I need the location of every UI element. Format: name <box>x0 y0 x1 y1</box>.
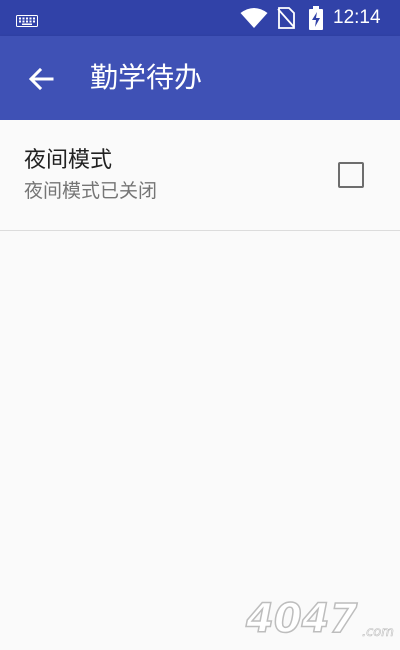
app-toolbar: 勤学待办 <box>0 36 400 120</box>
watermark-suffix: .com <box>362 625 394 640</box>
status-time: 12:14 <box>333 7 381 28</box>
status-bar: 12:14 <box>0 0 400 36</box>
wifi-icon <box>240 7 268 33</box>
night-mode-summary: 夜间模式已关闭 <box>24 180 158 202</box>
keyboard-icon <box>16 12 38 31</box>
page-title: 勤学待办 <box>90 61 203 94</box>
no-sim-icon <box>277 7 295 33</box>
battery-charging-icon <box>308 6 324 34</box>
watermark-text: 4047 <box>245 596 357 640</box>
night-mode-label: 夜间模式 <box>24 148 113 173</box>
site-watermark-logo: 4047 .com <box>244 595 394 643</box>
night-mode-setting[interactable]: 夜间模式 夜间模式已关闭 <box>0 120 400 231</box>
night-mode-checkbox[interactable] <box>338 162 364 188</box>
arrow-left-icon[interactable] <box>26 64 56 94</box>
